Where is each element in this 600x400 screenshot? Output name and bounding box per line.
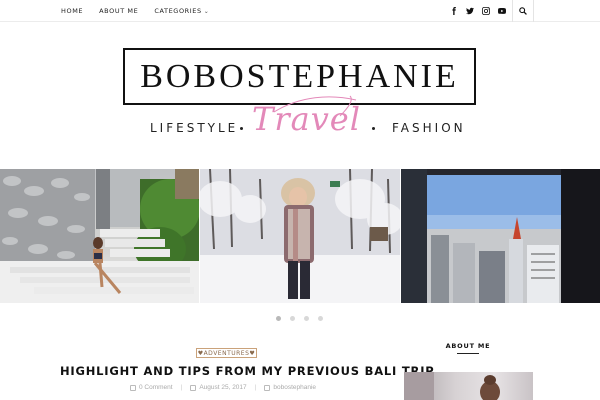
post-comments-link[interactable]: 0 Comment [139,384,173,391]
main-nav: HOME ABOUT ME CATEGORIES ⌄ [61,0,225,22]
featured-slider[interactable] [0,169,600,303]
sidebar-about-photo [404,372,533,400]
post-title[interactable]: HIGHLIGHT AND TIPS FROM MY PREVIOUS BALI… [60,364,434,378]
tagline-dot [240,127,243,130]
chevron-down-icon: ⌄ [203,8,210,15]
slider-dot-4[interactable] [318,316,323,321]
about-photo-image [404,372,500,400]
tagline-fashion: FASHION [392,121,466,135]
search-icon [519,7,527,15]
tagline-dot [372,127,375,130]
user-icon [264,384,271,391]
instagram-icon[interactable] [478,0,494,22]
city-photo-image [401,169,600,303]
slide-stairs-photo[interactable] [0,169,199,303]
slide-window-city-photo[interactable] [401,169,600,303]
stairs-photo-image [0,169,199,303]
post-author-link[interactable]: bobostephanie [273,384,316,391]
snow-photo-image [200,169,400,303]
post-category-badge[interactable]: ♥ADVENTURES♥ [196,348,257,358]
nav-about-me[interactable]: ABOUT ME [99,7,138,15]
comment-icon [130,384,136,391]
top-navigation-bar: HOME ABOUT ME CATEGORIES ⌄ [0,0,600,22]
slider-dot-3[interactable] [304,316,309,321]
calendar-icon [190,384,197,391]
logo-name: BOBOSTEPHANIE [140,57,459,95]
meta-separator: | [254,384,257,391]
post-meta: 0 Comment | August 25, 2017 | bobostepha… [130,384,330,391]
search-button[interactable] [512,0,534,22]
youtube-icon[interactable] [494,0,510,22]
post-date: August 25, 2017 [199,384,247,391]
slider-pagination [276,316,332,321]
social-links [446,0,510,22]
facebook-icon[interactable] [446,0,462,22]
sidebar-about-title: ABOUT ME [445,342,491,350]
twitter-icon[interactable] [462,0,478,22]
tagline-lifestyle: LIFESTYLE [150,121,239,135]
slider-dot-2[interactable] [290,316,295,321]
slider-dot-1[interactable] [276,316,281,321]
nav-categories-label: CATEGORIES [154,7,202,15]
nav-home[interactable]: HOME [61,7,83,15]
slide-snow-photo[interactable] [200,169,400,303]
nav-categories[interactable]: CATEGORIES ⌄ [154,7,209,15]
sidebar-title-rule [457,353,479,354]
meta-separator: | [180,384,183,391]
site-tagline: LIFESTYLE Travel FASHION [130,95,470,138]
swash-decoration [273,95,357,117]
